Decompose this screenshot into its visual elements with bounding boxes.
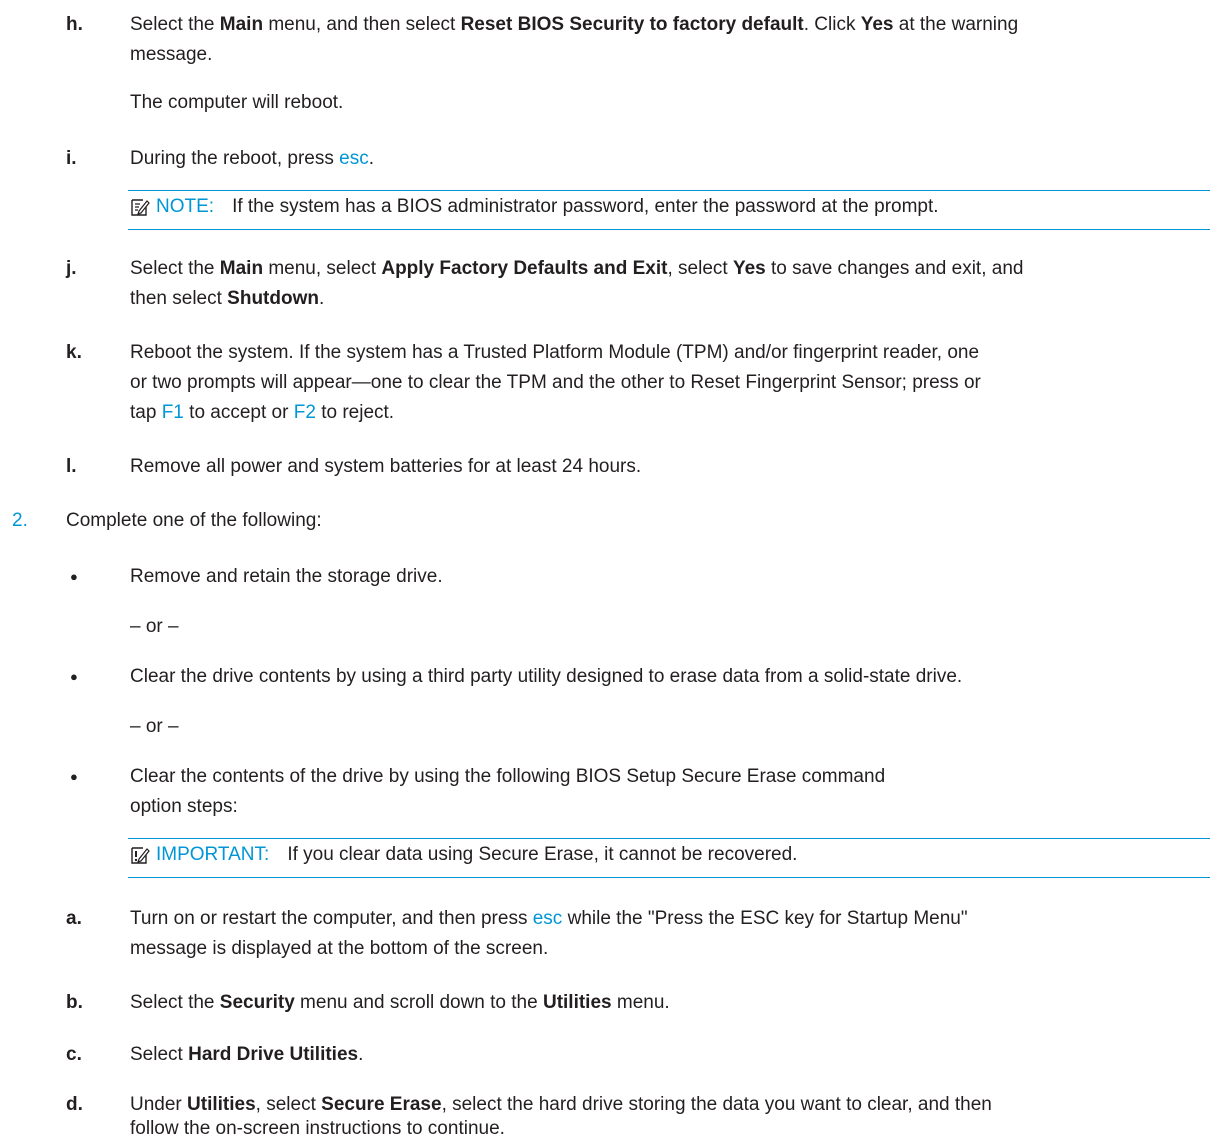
note-icon xyxy=(131,199,150,216)
f2-key: F2 xyxy=(293,402,316,423)
substep-marker-a: a. xyxy=(66,908,82,929)
substep-c-text: Select Hard Drive Utilities. xyxy=(130,1044,364,1065)
option-secure-erase-line2: option steps: xyxy=(130,796,238,817)
step-h-text-line2: message. xyxy=(130,44,213,65)
step-k-text-line2: or two prompts will appear—one to clear … xyxy=(130,372,981,393)
esc-key: esc xyxy=(339,148,369,169)
step-marker-i: i. xyxy=(66,148,77,169)
step-number-2: 2. xyxy=(12,510,28,531)
substep-a-text-line2: message is displayed at the bottom of th… xyxy=(130,938,549,959)
bullet-1: ● xyxy=(70,569,78,584)
important-icon xyxy=(131,847,150,864)
f1-key: F1 xyxy=(161,402,184,423)
note-label: NOTE: xyxy=(156,196,215,217)
important-label: IMPORTANT: xyxy=(156,844,270,865)
step-l-text: Remove all power and system batteries fo… xyxy=(130,456,642,477)
step-j-text: Select the Main menu, select Apply Facto… xyxy=(130,258,1024,279)
important-rule-top xyxy=(128,838,1210,839)
bullet-2: ● xyxy=(70,669,78,684)
important-text: IMPORTANT: If you clear data using Secure… xyxy=(156,844,798,865)
note-text: NOTE: If the system has a BIOS administra… xyxy=(156,196,939,217)
or-separator-2: – or – xyxy=(130,716,179,737)
esc-key-2: esc xyxy=(532,908,563,929)
step-i-text: During the reboot, press esc. xyxy=(130,148,374,169)
option-remove-drive: Remove and retain the storage drive. xyxy=(130,566,443,587)
step-h-text: Select the Main menu, and then select Re… xyxy=(130,14,1019,35)
note-rule-bottom xyxy=(128,229,1210,230)
step-marker-h: h. xyxy=(66,14,83,35)
note-rule-top xyxy=(128,190,1210,191)
option-secure-erase: Clear the contents of the drive by using… xyxy=(130,766,886,787)
step-2-text: Complete one of the following: xyxy=(66,510,322,531)
important-rule-bottom xyxy=(128,877,1210,878)
substep-b-text: Select the Security menu and scroll down… xyxy=(130,992,670,1013)
option-third-party-utility: Clear the drive contents by using a thir… xyxy=(130,666,963,687)
substep-marker-d: d. xyxy=(66,1094,83,1115)
substep-marker-b: b. xyxy=(66,992,83,1013)
reboot-note: The computer will reboot. xyxy=(130,92,344,113)
step-k-text: Reboot the system. If the system has a T… xyxy=(130,342,980,363)
step-j-text-line2: then select Shutdown. xyxy=(130,288,325,309)
substep-a-text: Turn on or restart the computer, and the… xyxy=(130,908,968,929)
document-page: h. Select the Main menu, and then select… xyxy=(0,0,1222,1140)
step-marker-j: j. xyxy=(66,258,77,279)
step-marker-l: l. xyxy=(66,456,77,477)
bullet-3: ● xyxy=(70,769,78,784)
substep-marker-c: c. xyxy=(66,1044,82,1065)
step-k-text-line3: tap F1 to accept or F2 to reject. xyxy=(130,402,395,423)
step-marker-k: k. xyxy=(66,342,82,363)
or-separator-1: – or – xyxy=(130,616,179,637)
